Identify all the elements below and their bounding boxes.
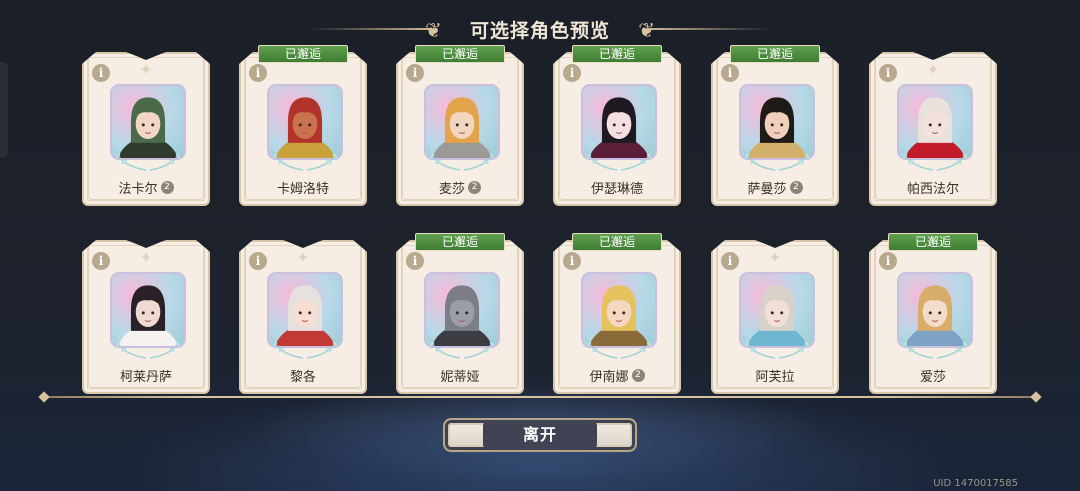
- sparkle-icon: ✦: [139, 60, 153, 79]
- character-card[interactable]: i 萨曼莎 2: [711, 52, 839, 206]
- laurel-ornament-icon: [106, 332, 190, 360]
- character-name-row: 阿芙拉: [713, 366, 837, 385]
- character-name: 帕西法尔: [906, 182, 959, 197]
- info-icon[interactable]: i: [406, 64, 424, 82]
- info-icon[interactable]: i: [563, 252, 581, 270]
- character-card[interactable]: i 伊南娜 2: [553, 240, 681, 394]
- title-ornament-line-right: [650, 28, 770, 30]
- laurel-ornament-icon: [420, 332, 504, 360]
- met-badge: 已邂逅: [572, 233, 662, 251]
- character-name: 阿芙拉: [755, 370, 795, 385]
- character-card[interactable]: i ✦ 柯莱丹萨: [82, 240, 210, 394]
- character-name-row: 麦莎 2: [398, 178, 522, 197]
- met-badge: 已邂逅: [415, 233, 505, 251]
- character-card[interactable]: i ✦ 黎各: [239, 240, 367, 394]
- info-icon[interactable]: i: [721, 252, 739, 270]
- character-card[interactable]: i ✦ 法卡尔 2: [82, 52, 210, 206]
- character-card[interactable]: i 爱莎: [869, 240, 997, 394]
- title-ornament-line-left: [310, 28, 430, 30]
- laurel-ornament-icon: [263, 332, 347, 360]
- met-badge: 已邂逅: [730, 45, 820, 63]
- laurel-ornament-icon: [420, 144, 504, 172]
- met-badge: 已邂逅: [258, 45, 348, 63]
- page-title: 可选择角色预览: [469, 19, 610, 42]
- info-icon[interactable]: i: [406, 252, 424, 270]
- laurel-ornament-icon: [577, 332, 661, 360]
- side-drawer-handle[interactable]: [0, 62, 8, 158]
- met-badge: 已邂逅: [888, 233, 978, 251]
- title-ornament-right-icon: ❦: [638, 18, 655, 42]
- character-name-row: 萨曼莎 2: [713, 178, 837, 197]
- info-icon[interactable]: i: [563, 64, 581, 82]
- info-icon[interactable]: i: [721, 64, 739, 82]
- grade-icon: 2: [468, 181, 481, 194]
- character-name: 法卡尔: [118, 182, 158, 197]
- sparkle-icon: ✦: [139, 248, 153, 267]
- info-icon[interactable]: i: [879, 252, 897, 270]
- info-icon[interactable]: i: [249, 252, 267, 270]
- met-badge: 已邂逅: [415, 45, 505, 63]
- character-card[interactable]: i ✦ 阿芙拉: [711, 240, 839, 394]
- laurel-ornament-icon: [577, 144, 661, 172]
- character-card[interactable]: i 妮蒂娅: [396, 240, 524, 394]
- uid-label: UID 1470017585: [933, 478, 1018, 489]
- laurel-ornament-icon: [893, 332, 977, 360]
- character-name-row: 帕西法尔: [871, 178, 995, 197]
- character-name: 伊瑟琳德: [590, 182, 643, 197]
- character-name-row: 妮蒂娅: [398, 366, 522, 385]
- character-name: 卡姆洛特: [276, 182, 329, 197]
- character-name-row: 法卡尔 2: [84, 178, 208, 197]
- met-badge: 已邂逅: [572, 45, 662, 63]
- character-name-row: 伊瑟琳德: [555, 178, 679, 197]
- character-name-row: 黎各: [241, 366, 365, 385]
- laurel-ornament-icon: [893, 144, 977, 172]
- sparkle-icon: ✦: [296, 248, 310, 267]
- leave-button-label: 离开: [482, 420, 597, 450]
- character-card[interactable]: i 麦莎 2: [396, 52, 524, 206]
- laurel-ornament-icon: [735, 332, 819, 360]
- info-icon[interactable]: i: [92, 252, 110, 270]
- character-card[interactable]: i 卡姆洛特: [239, 52, 367, 206]
- grade-icon: 2: [161, 181, 174, 194]
- character-card[interactable]: i 伊瑟琳德: [553, 52, 681, 206]
- character-name: 黎各: [289, 370, 316, 385]
- laurel-ornament-icon: [735, 144, 819, 172]
- info-icon[interactable]: i: [249, 64, 267, 82]
- character-name: 伊南娜: [589, 370, 629, 385]
- character-card[interactable]: i ✦ 帕西法尔: [869, 52, 997, 206]
- section-divider: [44, 396, 1036, 398]
- info-icon[interactable]: i: [879, 64, 897, 82]
- leave-button[interactable]: 离开: [443, 418, 637, 452]
- character-name-row: 爱莎: [871, 366, 995, 385]
- character-name-row: 卡姆洛特: [241, 178, 365, 197]
- character-name: 柯莱丹萨: [119, 370, 172, 385]
- sparkle-icon: ✦: [926, 60, 940, 79]
- grade-icon: 2: [632, 369, 645, 382]
- title-bar: ❦ 可选择角色预览 ❦: [0, 14, 1080, 44]
- character-name-row: 伊南娜 2: [555, 366, 679, 385]
- character-name-row: 柯莱丹萨: [84, 366, 208, 385]
- sparkle-icon: ✦: [768, 248, 782, 267]
- info-icon[interactable]: i: [92, 64, 110, 82]
- character-name: 萨曼莎: [747, 182, 787, 197]
- laurel-ornament-icon: [106, 144, 190, 172]
- character-name: 妮蒂娅: [440, 370, 480, 385]
- grade-icon: 2: [790, 181, 803, 194]
- title-ornament-left-icon: ❦: [425, 18, 442, 42]
- character-name: 麦莎: [438, 182, 465, 197]
- character-name: 爱莎: [919, 370, 946, 385]
- laurel-ornament-icon: [263, 144, 347, 172]
